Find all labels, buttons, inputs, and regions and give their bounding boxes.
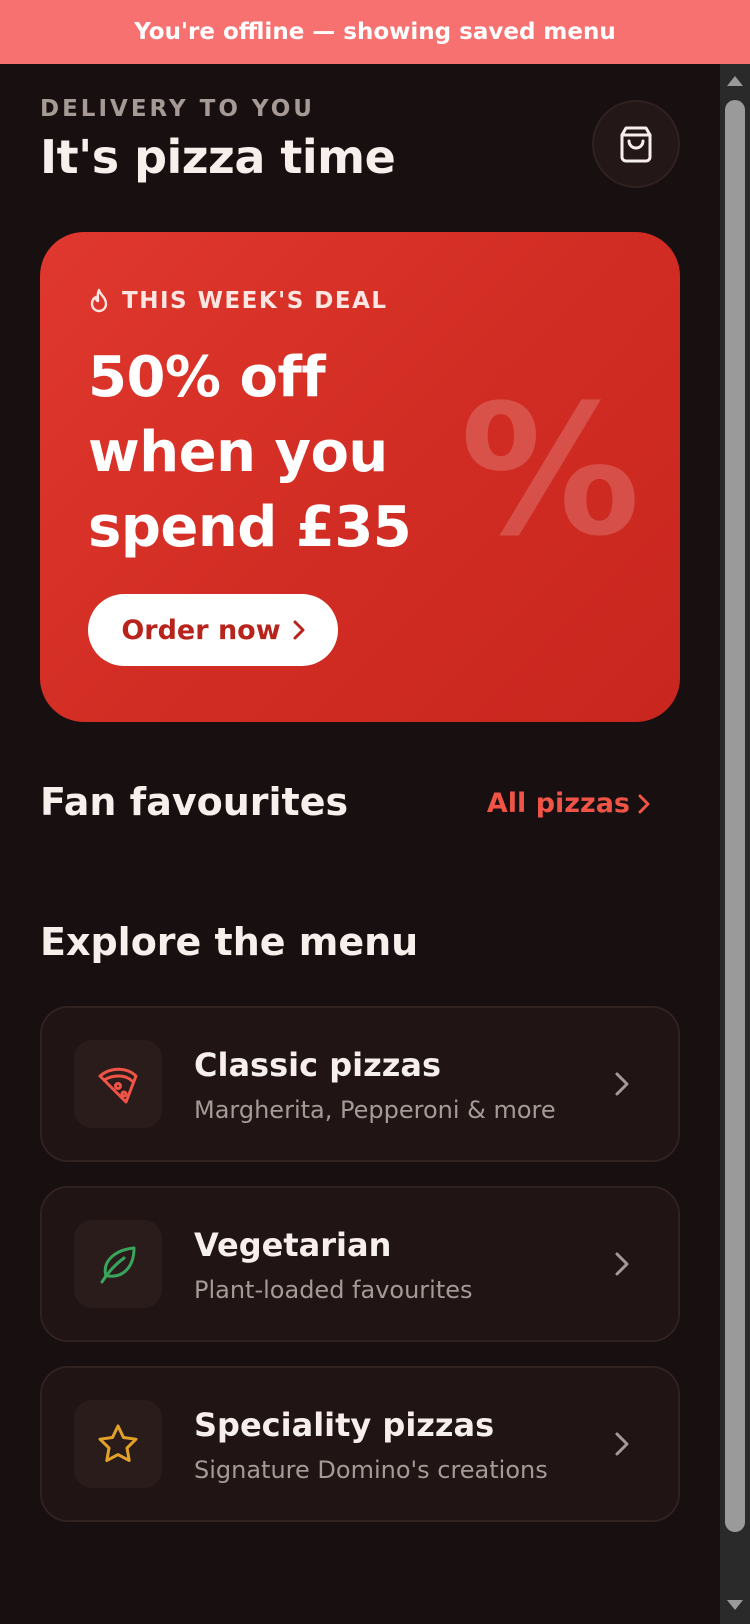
delivery-eyebrow: DELIVERY TO YOU xyxy=(40,96,315,122)
menu-card-title: Classic pizzas xyxy=(194,1046,441,1084)
all-pizzas-link[interactable]: All pizzas xyxy=(487,788,650,819)
menu-card-title: Vegetarian xyxy=(194,1226,392,1264)
chevron-right-icon xyxy=(293,620,305,640)
shopping-bag-icon xyxy=(620,126,652,163)
menu-card-subtitle: Margherita, Pepperoni & more xyxy=(194,1096,556,1124)
vertical-scrollbar[interactable] xyxy=(720,64,750,1624)
menu-card-icon-box xyxy=(74,1220,162,1308)
scroll-down-arrow-icon[interactable] xyxy=(727,1600,743,1610)
deal-tag: THIS WEEK'S DEAL xyxy=(88,288,388,314)
menu-card-vegetarian[interactable]: Vegetarian Plant-loaded favourites xyxy=(40,1186,680,1342)
star-icon xyxy=(98,1424,138,1462)
scroll-up-arrow-icon[interactable] xyxy=(727,76,743,86)
fan-favourites-title: Fan favourites xyxy=(40,780,349,824)
chevron-right-icon xyxy=(615,1072,629,1096)
deal-headline: 50% off when you spend £35 xyxy=(88,345,412,560)
menu-card-icon-box xyxy=(74,1400,162,1488)
scrollbar-thumb[interactable] xyxy=(725,100,745,1532)
menu-card-subtitle: Plant-loaded favourites xyxy=(194,1276,473,1304)
order-now-button[interactable]: Order now xyxy=(88,594,338,666)
deal-percent-watermark: % xyxy=(460,367,641,576)
order-now-label: Order now xyxy=(121,614,281,646)
deal-tag-label: THIS WEEK'S DEAL xyxy=(122,288,388,314)
page-title: It's pizza time xyxy=(40,130,396,184)
pizza-slice-icon xyxy=(98,1067,138,1104)
menu-card-title: Speciality pizzas xyxy=(194,1406,495,1444)
cart-button[interactable] xyxy=(592,100,680,188)
menu-card-subtitle: Signature Domino's creations xyxy=(194,1456,548,1484)
menu-card-speciality-pizzas[interactable]: Speciality pizzas Signature Domino's cre… xyxy=(40,1366,680,1522)
leaf-icon xyxy=(100,1246,136,1284)
chevron-right-icon xyxy=(638,794,650,813)
chevron-right-icon xyxy=(615,1432,629,1456)
menu-card-icon-box xyxy=(74,1040,162,1128)
deal-banner-card[interactable]: THIS WEEK'S DEAL 50% off when you spend … xyxy=(40,232,680,722)
all-pizzas-label: All pizzas xyxy=(486,788,630,819)
offline-banner-text: You're offline — showing saved menu xyxy=(134,19,616,45)
explore-menu-title: Explore the menu xyxy=(40,920,419,964)
chevron-right-icon xyxy=(615,1252,629,1276)
menu-card-classic-pizzas[interactable]: Classic pizzas Margherita, Pepperoni & m… xyxy=(40,1006,680,1162)
main-scroll-area: DELIVERY TO YOU It's pizza time THIS WEE… xyxy=(0,64,720,1624)
offline-banner: You're offline — showing saved menu xyxy=(0,0,750,64)
flame-icon xyxy=(90,288,108,313)
